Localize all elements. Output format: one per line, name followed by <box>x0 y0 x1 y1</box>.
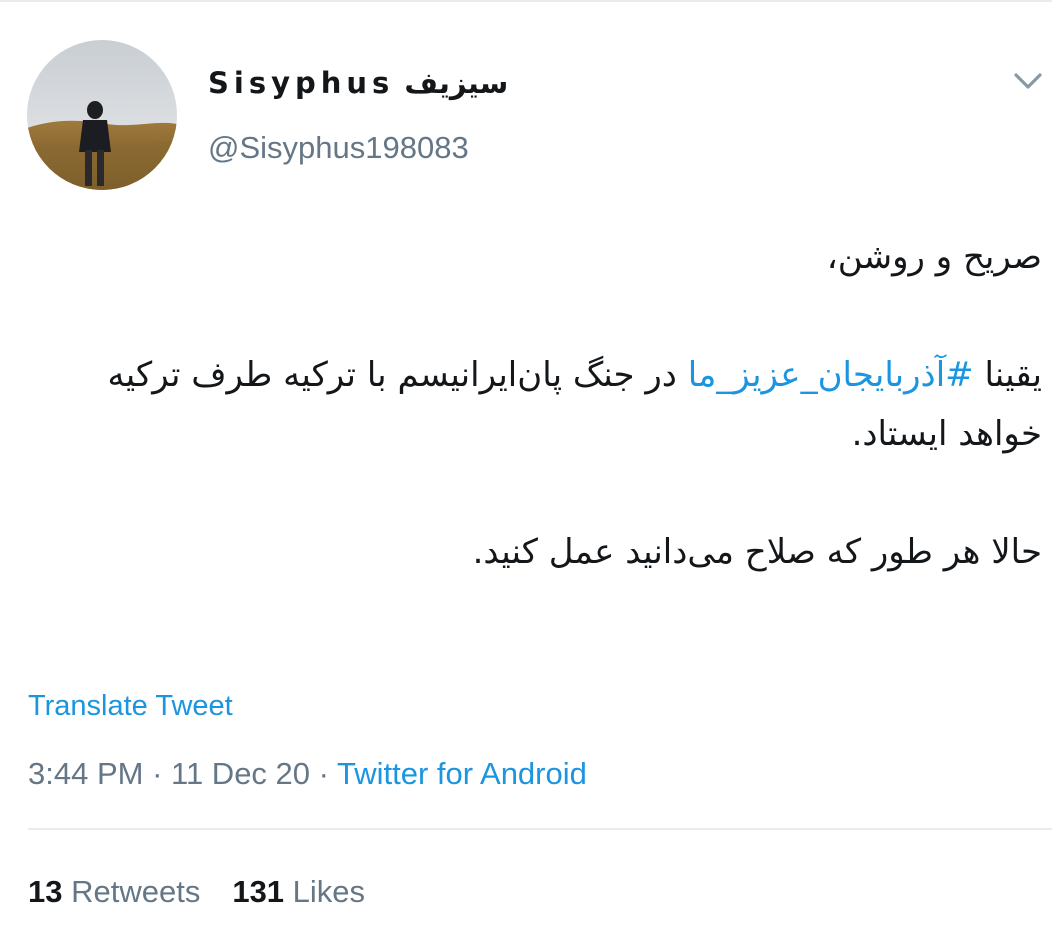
tweet-line-2: یقینا #آذربایجان_عزیز_ما در جنگ پان‌ایرا… <box>20 346 1042 464</box>
tweet-line-3: حالا هر طور که صلاح می‌دانید عمل کنید. <box>472 532 1042 572</box>
tweet-time[interactable]: 3:44 PM <box>28 756 143 791</box>
tweet-text: صریح و روشن، یقینا #آذربایجان_عزیز_ما در… <box>20 228 1042 582</box>
retweets-count: 13 <box>28 874 63 909</box>
display-name-latin: Sisyphus <box>208 66 395 100</box>
user-handle[interactable]: @Sisyphus198083 <box>208 128 469 168</box>
tweet-line-2-prefix: یقینا <box>973 355 1042 395</box>
meta-separator: · <box>310 756 338 791</box>
top-divider <box>0 0 1052 2</box>
display-name-persian: سیزیف <box>404 66 509 100</box>
tweet-line-1: صریح و روشن، <box>826 237 1042 277</box>
tweet-source-link[interactable]: Twitter for Android <box>337 756 587 791</box>
retweets-label: Retweets <box>62 874 201 909</box>
likes-label: Likes <box>284 874 366 909</box>
tweet-stats: 13 Retweets 131 Likes <box>28 872 365 912</box>
chevron-down-icon[interactable] <box>1008 66 1048 96</box>
hashtag-link[interactable]: #آذربایجان_عزیز_ما <box>688 355 974 395</box>
tweet-date[interactable]: 11 Dec 20 <box>171 756 310 791</box>
likes-stat[interactable]: 131 Likes <box>232 874 365 909</box>
meta-separator: · <box>143 756 172 791</box>
translate-tweet-link[interactable]: Translate Tweet <box>28 688 233 724</box>
avatar-photo <box>27 40 177 190</box>
tweet-meta: 3:44 PM · 11 Dec 20 · Twitter for Androi… <box>28 754 587 794</box>
divider <box>28 828 1052 830</box>
display-name[interactable]: Sisyphus سیزیف <box>208 64 508 102</box>
likes-count: 131 <box>232 874 285 909</box>
avatar[interactable] <box>27 40 177 190</box>
retweets-stat[interactable]: 13 Retweets <box>28 874 200 909</box>
